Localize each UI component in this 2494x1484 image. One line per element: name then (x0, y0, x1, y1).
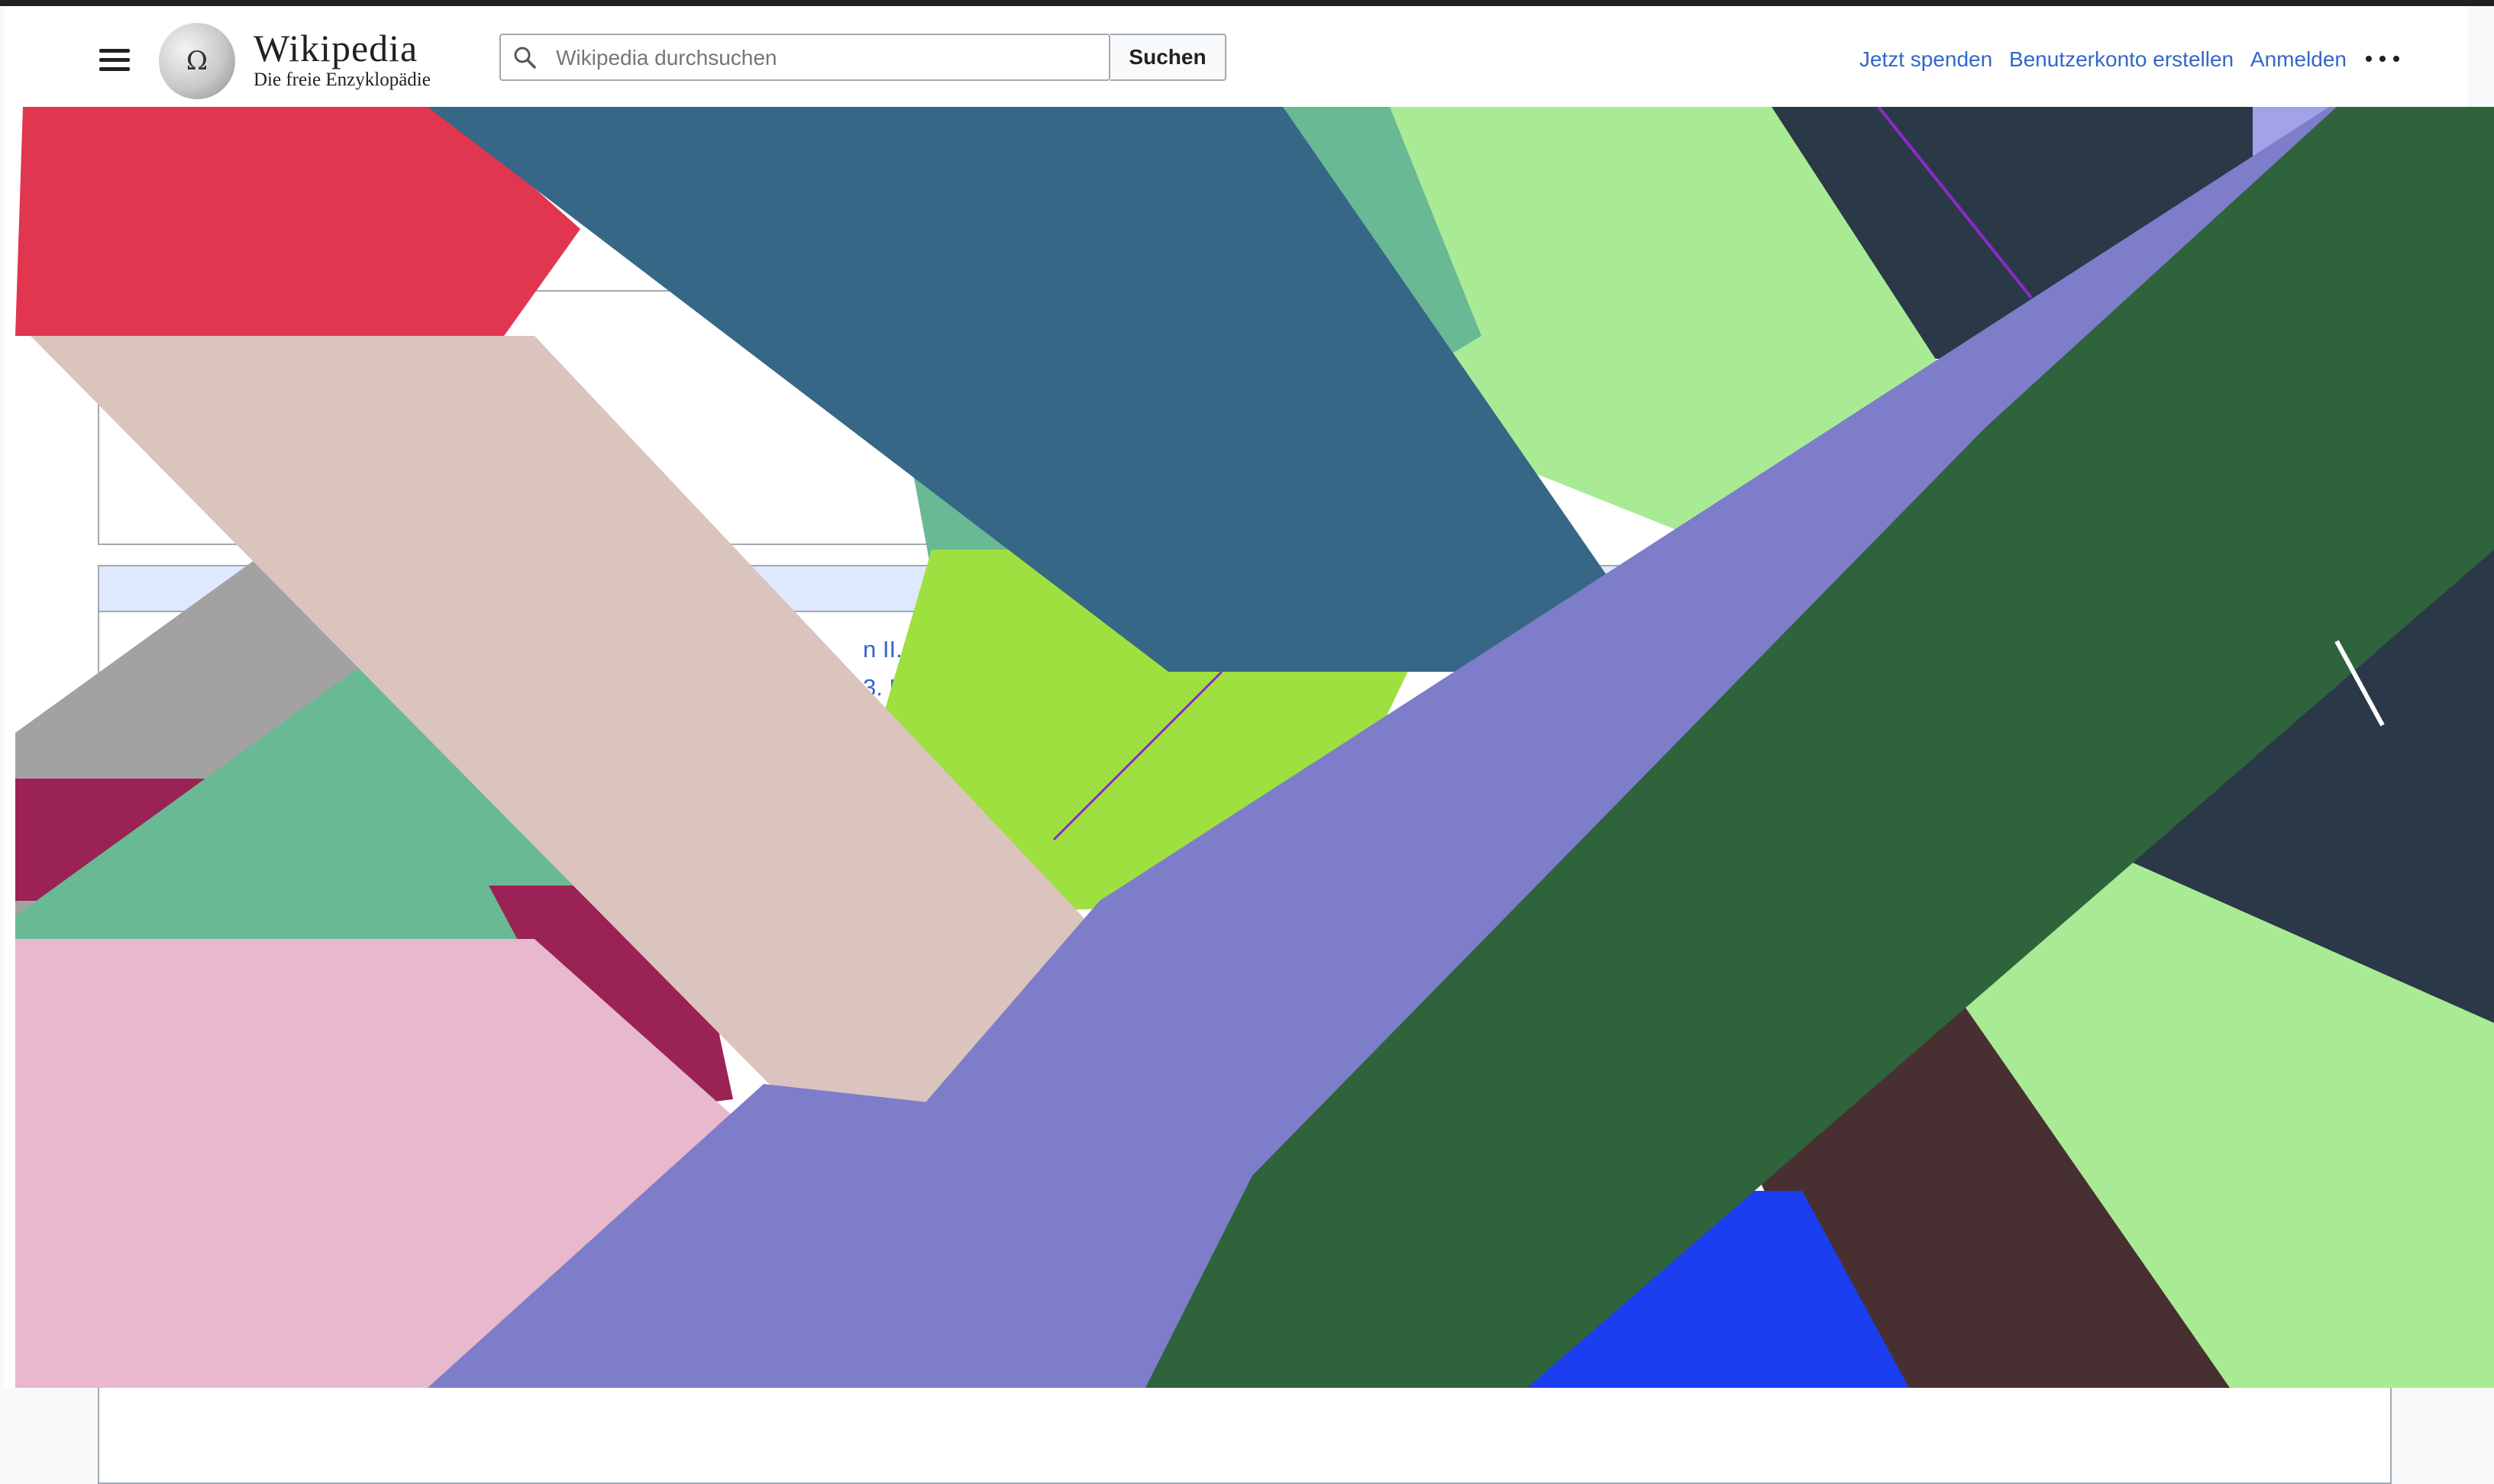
wikipedia-wordmark[interactable]: Wikipedia Die freie Enzyklopädie (254, 27, 431, 92)
site-header: Ω Wikipedia Die freie Enzyklopädie Suche… (5, 6, 2467, 107)
page-title: H (96, 165, 113, 190)
body-line: des Autos wege (122, 1215, 289, 1242)
caption-link-miniatures[interactable]: 3. Miniaturen (863, 674, 1000, 701)
potd-caption: n II. von IncaUrc 3. Miniaturen (863, 631, 1035, 707)
caption-link-author[interactable]: IncaUrc (954, 636, 1035, 663)
body-line: anlässlich des Großen Pre (122, 1331, 402, 1358)
main-content: H Wikipe n II. von IncaUrc 3. Miniaturen… (5, 107, 2467, 1484)
caption-text-von: von (909, 636, 948, 663)
donate-link[interactable]: Jetzt spenden (1859, 47, 1992, 71)
logo-tagline: Die freie Enzyklopädie (254, 69, 431, 90)
body-line: Münzen spottend i (122, 1253, 316, 1281)
more-options-icon[interactable] (2366, 53, 2399, 64)
potd-body-text: B und d zurückge teilweise de des Autos … (122, 1055, 1039, 1365)
picture-of-the-day-box: Wikipe n II. von IncaUrc 3. Miniaturen B… (98, 565, 2392, 1484)
browser-top-strip (0, 0, 2494, 6)
body-line: und d (122, 1098, 182, 1126)
main-menu-icon[interactable] (99, 49, 130, 72)
personal-tools: Jetzt spenden Benutzerkonto erstellen An… (1849, 47, 2347, 72)
search-input[interactable] (554, 41, 1092, 75)
create-account-link[interactable]: Benutzerkonto erstellen (2009, 47, 2234, 71)
search-box (499, 34, 1110, 81)
caption-link-1[interactable]: n II. (863, 636, 903, 663)
search-icon (514, 47, 536, 69)
wikipedia-page: Ω Wikipedia Die freie Enzyklopädie Suche… (5, 6, 2467, 1484)
body-line: teilweise de (122, 1176, 246, 1204)
login-link[interactable]: Anmelden (2250, 47, 2347, 71)
body-line: B (122, 1060, 138, 1087)
potd-heading: Wikipe (99, 566, 2390, 612)
body-line: großen Flops der Form (122, 1292, 364, 1320)
info-box (98, 290, 987, 545)
wikipedia-globe-logo[interactable]: Ω (159, 23, 235, 99)
search-button[interactable]: Suchen (1110, 34, 1226, 81)
logo-title: Wikipedia (254, 27, 418, 69)
body-line: zurückge (122, 1137, 218, 1165)
